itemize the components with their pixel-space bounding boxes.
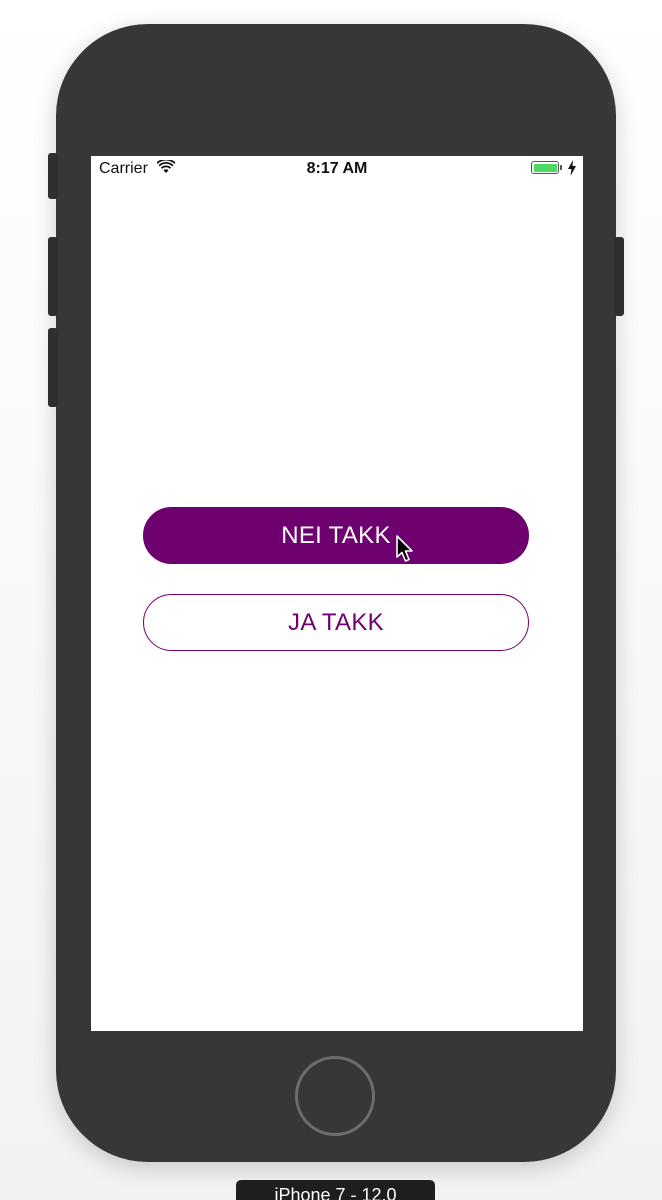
home-button[interactable]	[295, 1056, 375, 1136]
volume-down-button	[48, 328, 58, 407]
mouse-cursor-icon	[396, 535, 413, 562]
simulator-stage: Carrier 8:17 AM NEI TAKK JA TAKK iPhone …	[0, 0, 662, 1200]
status-time: 8:17 AM	[306, 160, 368, 177]
battery-cap	[560, 165, 562, 170]
status-bar: Carrier 8:17 AM	[91, 156, 583, 182]
charging-bolt-icon	[568, 160, 576, 176]
phone-screen: Carrier 8:17 AM NEI TAKK JA TAKK	[91, 156, 583, 1031]
power-button	[614, 237, 624, 316]
battery-level	[533, 163, 557, 172]
battery-icon	[531, 161, 559, 174]
ja-takk-button[interactable]: JA TAKK	[143, 594, 529, 651]
volume-up-button	[48, 237, 58, 316]
mute-switch	[48, 153, 58, 199]
nei-takk-button[interactable]: NEI TAKK	[143, 507, 529, 564]
device-label: iPhone 7 - 12.0	[236, 1180, 435, 1200]
